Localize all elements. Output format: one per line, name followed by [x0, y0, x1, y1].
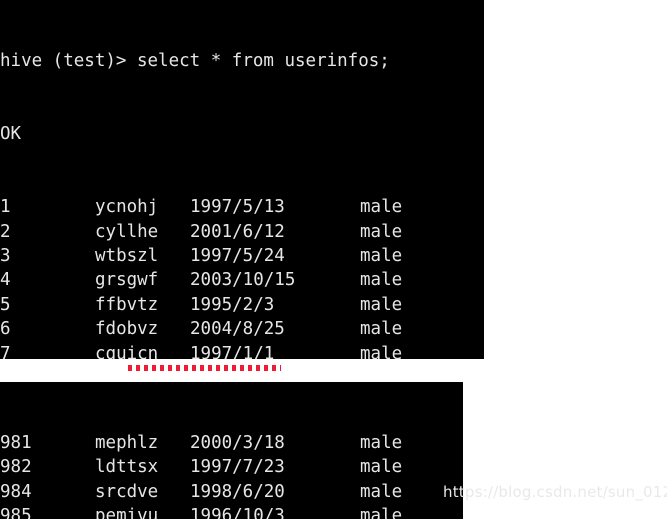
cell-birthdate: 1997/7/23 — [190, 457, 285, 478]
table-row: 1 ycnohj 1997/5/13 male — [0, 195, 484, 219]
cell-gender: male — [360, 481, 403, 502]
table-row: 984 srcdve 1998/6/20 male — [0, 480, 463, 504]
table-row: 6 fdobvz 2004/8/25 male — [0, 317, 484, 341]
cell-gender: male — [360, 457, 403, 478]
cell-birthdate: 2004/8/25 — [190, 319, 285, 340]
cell-name: srcdve — [95, 481, 159, 502]
cell-gender: male — [360, 505, 403, 519]
watermark-text: https://blog.csdn.net/sun_0128 — [443, 483, 667, 501]
cell-birthdate: 1996/10/3 — [190, 505, 285, 519]
cell-birthdate: 1997/5/13 — [190, 197, 285, 218]
result-rows-top: 1 ycnohj 1997/5/13 male 2 cyllhe 2001/6/12 male… — [0, 195, 484, 359]
cell-name: ldttsx — [95, 457, 159, 478]
cell-birthdate: 1995/2/3 — [190, 294, 275, 315]
cell-birthdate: 1997/1/1 — [190, 343, 275, 359]
cell-name: wtbszl — [95, 246, 159, 266]
ellipsis-separator — [128, 365, 281, 371]
table-row: 2 cyllhe 2001/6/12 male — [0, 220, 484, 244]
cell-name: ffbvtz — [95, 294, 159, 315]
cell-name: cquicn — [95, 343, 159, 359]
cell-gender: male — [360, 294, 403, 315]
cell-id: 2 — [0, 221, 11, 242]
cell-name: ycnohj — [95, 197, 159, 218]
cell-id: 4 — [0, 270, 11, 291]
cell-gender: male — [360, 343, 403, 359]
cell-name: grsgwf — [95, 270, 159, 291]
cell-gender: male — [360, 432, 403, 453]
cell-name: fdobvz — [95, 319, 159, 340]
query-status-ok: OK — [0, 124, 22, 145]
cell-id: 1 — [0, 197, 11, 218]
table-row: 985 pemivu 1996/10/3 male — [0, 504, 463, 519]
cell-birthdate: 2001/6/12 — [190, 221, 285, 242]
cell-gender: male — [360, 246, 403, 266]
cell-id: 5 — [0, 294, 11, 315]
cell-id: 7 — [0, 343, 11, 359]
cell-gender: male — [360, 197, 403, 218]
cell-name: pemivu — [95, 505, 159, 519]
cell-gender: male — [360, 319, 403, 340]
cell-id: 985 — [0, 505, 32, 519]
cell-name: cyllhe — [95, 221, 159, 242]
cell-birthdate: 1998/6/20 — [190, 481, 285, 502]
terminal-output-bottom[interactable]: 981 mephlz 2000/3/18 male 982 ldttsx 1997/7/23… — [0, 382, 463, 519]
cell-birthdate: 2003/10/15 — [190, 270, 296, 291]
terminal-output-top[interactable]: hive (test)> select * from userinfos; OK… — [0, 0, 484, 359]
table-row: 4 grsgwf 2003/10/15 male — [0, 268, 484, 292]
cell-birthdate: 2000/3/18 — [190, 432, 285, 453]
hive-prompt-line: hive (test)> select * from userinfos; — [0, 50, 390, 71]
cell-id: 981 — [0, 432, 32, 453]
table-row: 7 cquicn 1997/1/1 male — [0, 342, 484, 359]
table-row: 5 ffbvtz 1995/2/3 male — [0, 293, 484, 317]
cell-id: 984 — [0, 481, 32, 502]
table-row: 981 mephlz 2000/3/18 male — [0, 431, 463, 455]
result-rows-bottom: 981 mephlz 2000/3/18 male 982 ldttsx 1997/7/23… — [0, 431, 463, 519]
cell-id: 3 — [0, 246, 11, 266]
cell-gender: male — [360, 221, 403, 242]
cell-id: 982 — [0, 457, 32, 478]
table-row: 3 wtbszl 1997/5/24 male — [0, 244, 484, 268]
cell-birthdate: 1997/5/24 — [190, 246, 285, 266]
cell-id: 6 — [0, 319, 11, 340]
table-row: 982 ldttsx 1997/7/23 male — [0, 455, 463, 479]
cell-name: mephlz — [95, 432, 159, 453]
cell-gender: male — [360, 270, 403, 291]
